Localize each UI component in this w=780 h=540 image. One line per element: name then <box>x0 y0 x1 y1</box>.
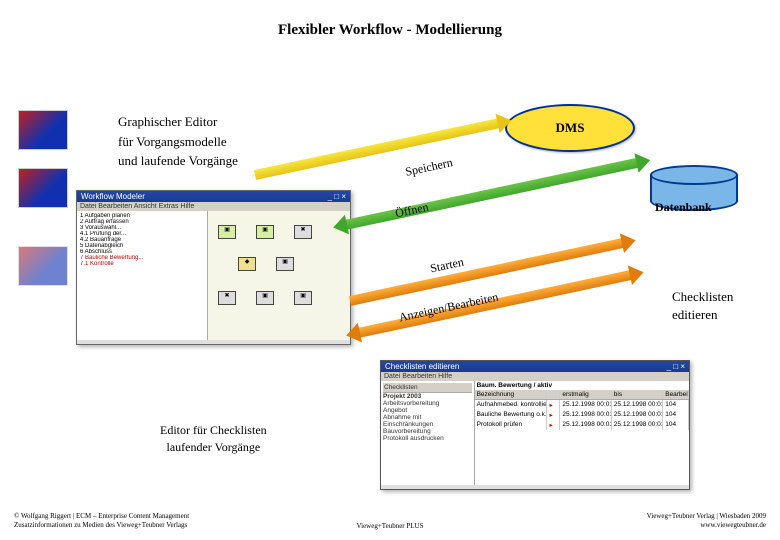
arrow-oeffnen <box>344 158 640 230</box>
table-title: Baum. Bewertung / aktiv <box>475 381 689 390</box>
window-controls[interactable]: _ □ × <box>667 362 685 371</box>
footer-right: Vieweg+Teubner Verlag | Wiesbaden 2009 w… <box>647 512 766 530</box>
workflow-node[interactable]: ▣ <box>256 225 274 239</box>
workflow-node[interactable]: ✖ <box>218 291 236 305</box>
window-titlebar: Workflow Modeler _ □ × <box>77 191 350 202</box>
footer-text: © Wolfgang Riggert | ECM – Enterprise Co… <box>14 512 189 521</box>
col-head <box>547 390 560 399</box>
flag-icon: ▸ <box>547 420 560 430</box>
table-header: Bezeichnung erstmalig bis Bearbeitungstr… <box>475 390 689 400</box>
tree-item[interactable]: Projekt 2003 <box>383 393 472 400</box>
dms-ellipse: DMS <box>505 104 635 152</box>
desc-line: Editor für Checklisten <box>160 422 267 439</box>
workflow-node[interactable]: ◆ <box>238 257 256 271</box>
window-menu[interactable]: Datei Bearbeiten Ansicht Extras Hilfe <box>77 202 350 211</box>
flag-icon: ▸ <box>547 400 560 410</box>
thumbnail-1 <box>18 110 68 150</box>
table-row[interactable]: Aufnahmebed. kontrolliert ▸ 25.12.1998 0… <box>475 400 689 410</box>
desc-line: für Vorgangsmodelle <box>118 132 238 152</box>
editor-step-list[interactable]: 1 Aufgaben planen 2 Auftrag erfassen 3 V… <box>77 211 208 340</box>
cell: 25.12.1998 00:01 <box>560 410 611 420</box>
col-head: erstmalig <box>560 390 611 399</box>
checklist-editor-window: Checklisten editieren _ □ × Datei Bearbe… <box>380 360 690 490</box>
workflow-node[interactable]: ▣ <box>276 257 294 271</box>
workflow-node[interactable]: ✖ <box>294 225 312 239</box>
page-title: Flexibler Workflow - Modellierung <box>0 0 780 39</box>
window-titlebar: Checklisten editieren _ □ × <box>381 361 689 372</box>
col-head: Bezeichnung <box>475 390 548 399</box>
footer-text: Vieweg+Teubner Verlag | Wiesbaden 2009 <box>647 512 766 521</box>
checklist-table[interactable]: Baum. Bewertung / aktiv Bezeichnung erst… <box>475 381 689 485</box>
footer-text: Zusatzinformationen zu Medien des Vieweg… <box>14 521 189 530</box>
list-item[interactable]: 7.1 Kontrolle <box>79 261 205 267</box>
label-oeffnen: Öffnen <box>394 200 430 222</box>
workflow-canvas[interactable]: ▣ ▣ ✖ ◆ ▣ ✖ ▣ ▣ <box>208 211 350 340</box>
table-row[interactable]: Bauliche Bewertung o.k. ▸ 25.12.1998 00:… <box>475 410 689 420</box>
checklist-editor-desc: Editor für Checklisten laufender Vorgäng… <box>160 422 267 456</box>
cell: 104 <box>663 400 689 410</box>
window-title: Workflow Modeler <box>81 192 145 201</box>
col-head: Bearbeitungstr. <box>663 390 689 399</box>
arrow-speichern <box>254 118 501 180</box>
cell: Bauliche Bewertung o.k. <box>475 410 548 420</box>
flag-icon: ▸ <box>547 410 560 420</box>
footer-left: © Wolfgang Riggert | ECM – Enterprise Co… <box>14 512 189 530</box>
tree-item[interactable]: Abnahme mit Einschränkungen <box>383 414 472 428</box>
database-label: Datenbank <box>655 200 712 215</box>
workflow-node[interactable]: ▣ <box>294 291 312 305</box>
workflow-node[interactable]: ▣ <box>218 225 236 239</box>
dms-label: DMS <box>556 120 585 136</box>
workflow-node[interactable]: ▣ <box>256 291 274 305</box>
tree-item[interactable]: Angebot <box>383 407 472 414</box>
cell: Aufnahmebed. kontrolliert <box>475 400 548 410</box>
tree-item[interactable]: Protokoll ausdrucken <box>383 435 472 442</box>
desc-line: laufender Vorgänge <box>160 439 267 456</box>
checklist-label: Checklisten editieren <box>672 288 733 324</box>
desc-line: Graphischer Editor <box>118 112 238 132</box>
col-head: bis <box>612 390 663 399</box>
table-row[interactable]: Protokoll prüfen ▸ 25.12.1998 00:01 25.1… <box>475 420 689 430</box>
checklist-line: editieren <box>672 306 733 324</box>
cell: 25.12.1998 00:01 <box>612 400 663 410</box>
editor-description: Graphischer Editor für Vorgangsmodelle u… <box>118 112 238 171</box>
checklist-line: Checklisten <box>672 288 733 306</box>
cell: Protokoll prüfen <box>475 420 548 430</box>
tree-item[interactable]: Bauvorbereitung <box>383 428 472 435</box>
cell: 25.12.1998 00:01 <box>560 400 611 410</box>
window-menu[interactable]: Datei Bearbeiten Hilfe <box>381 372 689 381</box>
desc-line: und laufende Vorgänge <box>118 151 238 171</box>
window-title: Checklisten editieren <box>385 362 459 371</box>
label-speichern: Speichern <box>404 155 454 180</box>
footer-center: Vieweg+Teubner PLUS <box>357 522 424 530</box>
cell: 25.12.1998 00:01 <box>560 420 611 430</box>
workflow-editor-window: Workflow Modeler _ □ × Datei Bearbeiten … <box>76 190 351 345</box>
checklist-tree[interactable]: Checklisten Projekt 2003 Arbeitsvorberei… <box>381 381 475 485</box>
footer-text: www.viewegteubner.de <box>647 521 766 530</box>
tree-tab[interactable]: Checklisten <box>383 383 472 393</box>
thumbnail-3 <box>18 246 68 286</box>
cell: 25.12.1998 00:01 <box>612 420 663 430</box>
cell: 25.12.1998 00:01 <box>612 410 663 420</box>
tree-item[interactable]: Arbeitsvorbereitung <box>383 400 472 407</box>
window-controls[interactable]: _ □ × <box>328 192 346 201</box>
cell: 104 <box>663 420 689 430</box>
thumbnail-2 <box>18 168 68 208</box>
label-anz-bearb: Anzeigen/Bearbeiten <box>398 290 500 326</box>
cell: 104 <box>663 410 689 420</box>
